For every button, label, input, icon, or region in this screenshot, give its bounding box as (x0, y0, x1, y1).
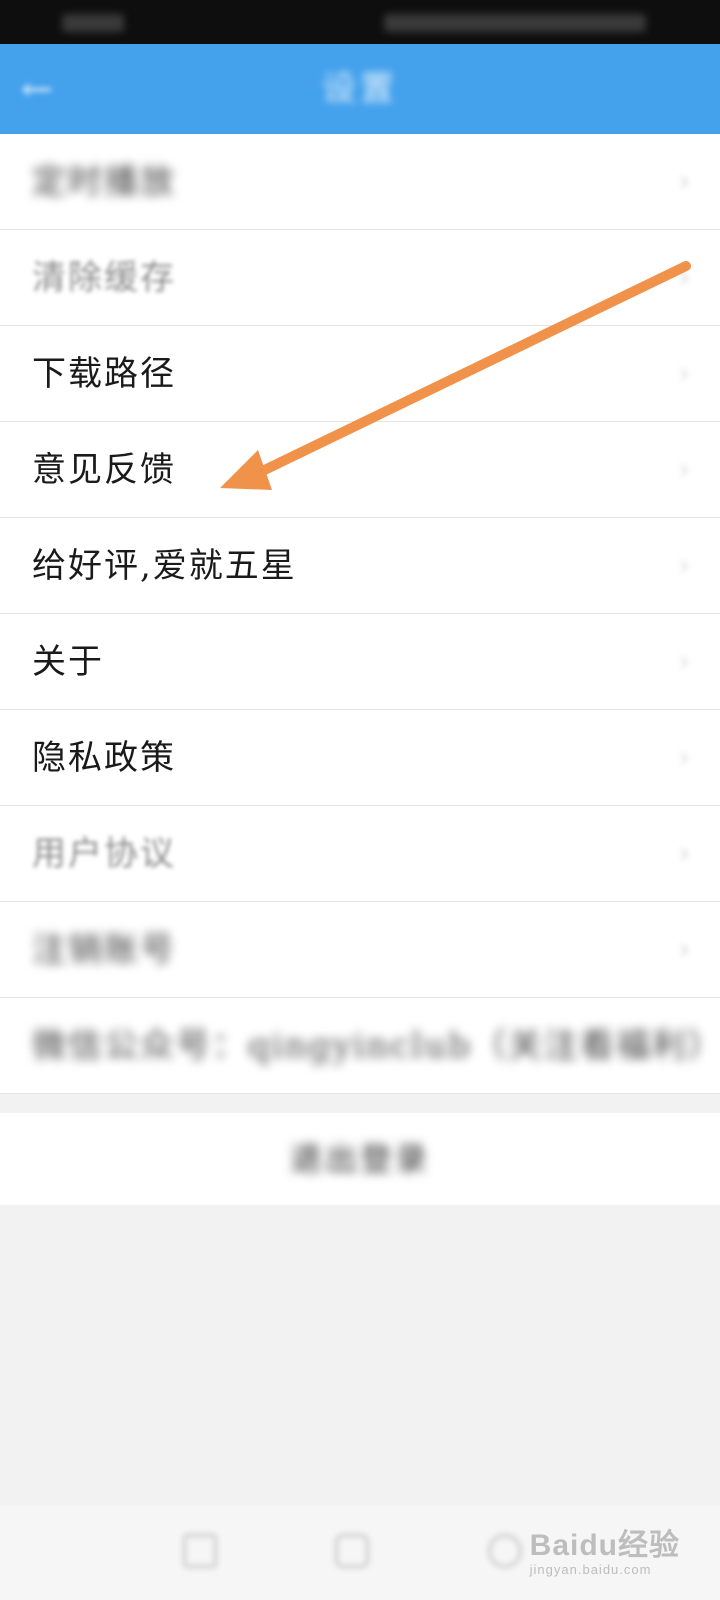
baidu-watermark: Baidu经验 jingyan.baidu.com (530, 1520, 680, 1577)
recent-apps-icon[interactable] (183, 1534, 217, 1568)
annotation-arrow-shaft (243, 261, 691, 483)
annotation-arrow-head (220, 450, 272, 490)
home-icon[interactable] (335, 1534, 369, 1568)
watermark-brand: Baidu经验 (529, 1529, 680, 1562)
watermark-sub: jingyan.baidu.com (529, 1562, 652, 1577)
orange-arrow-annotation (220, 261, 691, 490)
back-icon[interactable] (488, 1534, 522, 1568)
